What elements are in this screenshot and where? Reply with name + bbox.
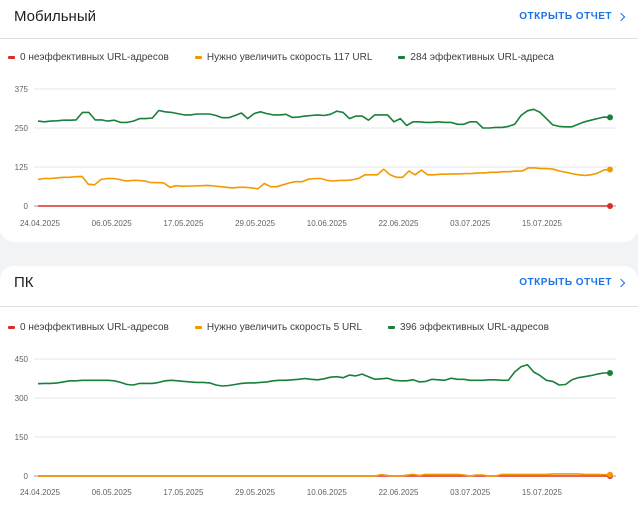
y-tick-label: 150 — [15, 433, 29, 442]
y-tick-label: 0 — [24, 472, 29, 481]
x-tick-label: 06.05.2025 — [92, 488, 133, 497]
series-end-point — [607, 166, 613, 173]
series-line — [37, 108, 611, 129]
y-tick-label: 0 — [24, 202, 29, 211]
x-tick-label: 03.07.2025 — [450, 488, 491, 497]
x-tick-label: 17.05.2025 — [163, 488, 204, 497]
series-line — [37, 167, 611, 190]
x-tick-label: 29.05.2025 — [235, 488, 276, 497]
y-tick-label: 300 — [15, 394, 29, 403]
x-tick-label: 24.04.2025 — [20, 219, 61, 228]
series-line — [37, 363, 610, 387]
mobile-card: Мобильный ОТКРЫТЬ ОТЧЕТ 0 неэффективных … — [0, 0, 638, 242]
y-tick-label: 450 — [15, 355, 29, 364]
y-tick-label: 125 — [15, 163, 29, 172]
y-tick-label: 375 — [15, 85, 29, 94]
pc-card: ПК ОТКРЫТЬ ОТЧЕТ 0 неэффективных URL-адр… — [0, 266, 638, 512]
x-tick-label: 10.06.2025 — [307, 488, 348, 497]
x-tick-label: 15.07.2025 — [522, 488, 563, 497]
series-end-point — [607, 471, 613, 478]
series-end-point — [607, 203, 613, 209]
x-tick-label: 22.06.2025 — [378, 488, 419, 497]
x-tick-label: 06.05.2025 — [92, 219, 133, 228]
x-tick-label: 10.06.2025 — [307, 219, 348, 228]
x-tick-label: 24.04.2025 — [20, 488, 61, 497]
series-end-point — [607, 114, 613, 121]
series-end-point — [607, 370, 613, 377]
x-tick-label: 03.07.2025 — [450, 219, 491, 228]
y-tick-label: 250 — [15, 124, 29, 133]
x-tick-label: 29.05.2025 — [235, 219, 276, 228]
mobile-chart: 0 125 250 375 24.04.2025 06.05.2025 17.05.2025… — [15, 85, 616, 228]
x-tick-label: 15.07.2025 — [522, 219, 563, 228]
pc-chart: 0 150 300 450 24.04.2025 06.05.2025 17.05.2025… — [15, 355, 616, 497]
x-tick-label: 17.05.2025 — [163, 219, 204, 228]
x-tick-label: 22.06.2025 — [378, 219, 419, 228]
